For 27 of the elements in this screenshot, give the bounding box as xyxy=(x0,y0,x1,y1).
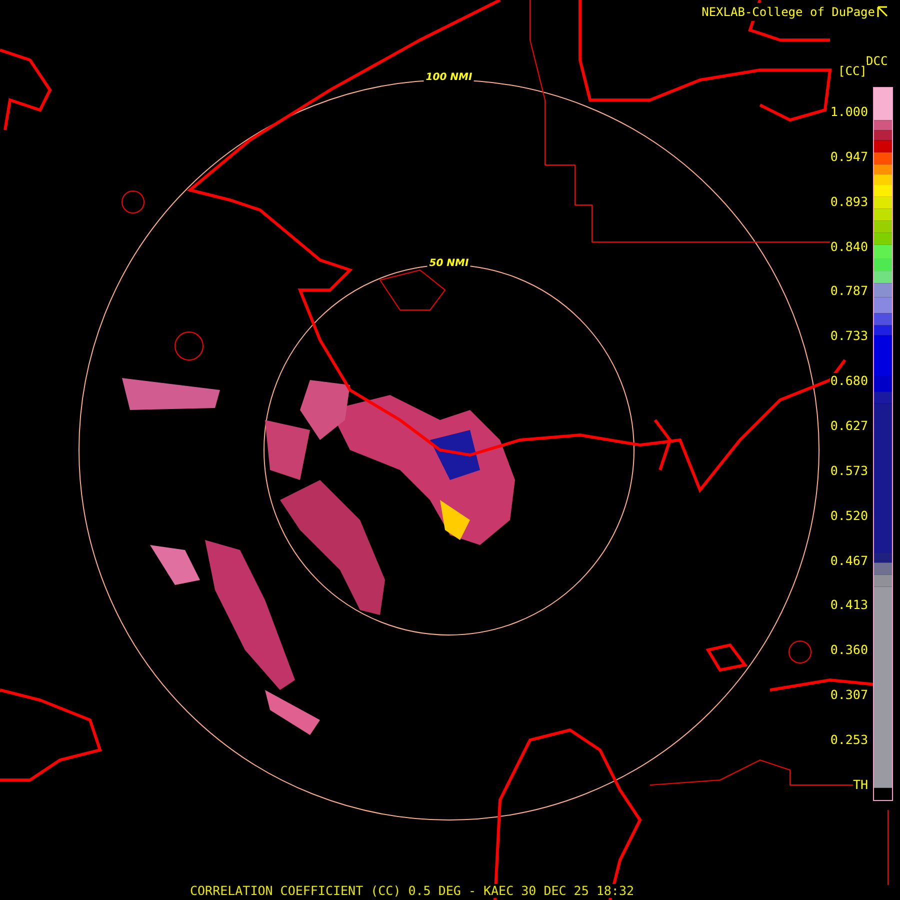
scale-label: 0.787 xyxy=(830,283,868,298)
scale-label: 0.627 xyxy=(830,418,868,434)
lake-outline xyxy=(174,332,204,360)
scale-label: 0.733 xyxy=(830,328,868,344)
scale-label: 0.680 xyxy=(830,373,868,388)
scale-label: 0.520 xyxy=(830,508,868,523)
scale-label: 0.360 xyxy=(830,642,868,658)
scale-label: 0.253 xyxy=(830,732,868,748)
range-label: 50 NMI xyxy=(427,258,471,269)
scale-label: 1.000 xyxy=(830,104,868,119)
unit-label: [CC] xyxy=(838,62,867,80)
scale-label: 0.573 xyxy=(830,462,868,478)
lake-outline xyxy=(788,640,812,664)
island-outline xyxy=(379,269,446,310)
product-title: CORRELATION COEFFICIENT (CC) 0.5 DEG - KAEC 30 DEC 25 18:32 xyxy=(190,884,634,898)
scale-label: 0.307 xyxy=(830,687,868,702)
scale-label: TH xyxy=(852,776,868,792)
range-label: 100 NMI xyxy=(424,72,474,83)
scale-label: 0.840 xyxy=(830,238,868,254)
lake-outline xyxy=(122,190,144,214)
scale-label: 0.413 xyxy=(830,597,868,612)
scale-label: 0.893 xyxy=(830,194,868,209)
scale-label: 0.467 xyxy=(830,552,868,568)
corner-arrow-icon[interactable] xyxy=(877,6,888,18)
credit-text: NEXLAB-College of DuPage xyxy=(702,3,875,21)
product-code: DCC xyxy=(866,53,888,70)
scale-label: 0.947 xyxy=(830,148,868,164)
